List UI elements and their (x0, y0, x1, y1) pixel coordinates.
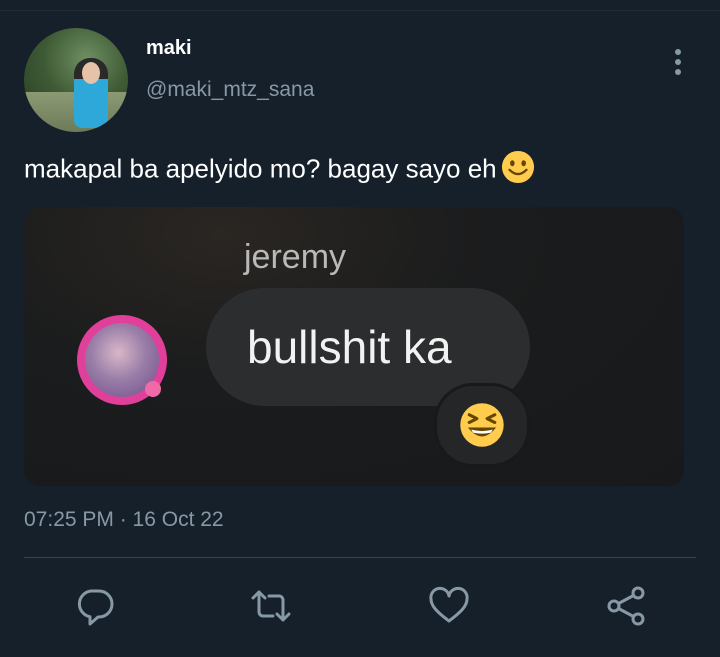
tweet-timestamp[interactable]: 07:25 PM · 16 Oct 22 (24, 508, 224, 532)
display-name[interactable]: maki (146, 37, 192, 60)
tweet-text-line: makapal ba apelyido mo? bagay sayo eh (24, 150, 535, 191)
share-icon (607, 586, 645, 626)
tweet-detail: maki @maki_mtz_sana makapal ba apelyido … (0, 0, 720, 657)
media-avatar (77, 315, 167, 405)
like-button[interactable] (427, 584, 471, 628)
slightly-smiling-face-icon (501, 150, 535, 191)
reaction-badge (434, 383, 530, 467)
reply-button[interactable] (73, 584, 117, 628)
avatar[interactable] (24, 28, 128, 132)
grinning-squinting-face-icon (460, 403, 504, 447)
heart-icon (429, 586, 469, 623)
media-sender-name: jeremy (244, 238, 347, 276)
reply-icon (77, 589, 114, 626)
tweet-text: makapal ba apelyido mo? bagay sayo eh (24, 153, 497, 184)
user-handle[interactable]: @maki_mtz_sana (146, 78, 314, 102)
tweet-media-image[interactable]: jeremy bullshit ka (24, 207, 684, 486)
more-options-icon[interactable] (668, 46, 688, 80)
top-divider (0, 10, 720, 11)
message-text: bullshit ka (247, 321, 452, 373)
retweet-button[interactable] (249, 584, 293, 628)
share-button[interactable] (605, 584, 649, 628)
retweet-icon (251, 590, 291, 622)
divider (24, 557, 696, 558)
